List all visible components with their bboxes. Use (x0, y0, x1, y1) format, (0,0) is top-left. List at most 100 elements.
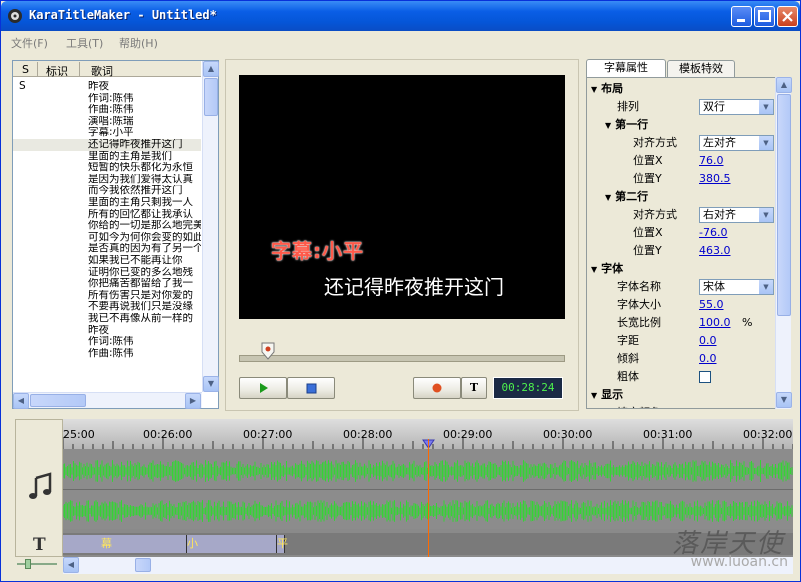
play-button[interactable] (239, 377, 287, 399)
property-dropdown[interactable]: 双行 ▼ (699, 99, 774, 115)
list-item[interactable]: 作词:陈伟 (13, 336, 201, 348)
list-item[interactable]: 是因为我们爱得太认真 (13, 174, 201, 186)
list-item[interactable]: 可如今为何你会变的如此 (13, 232, 201, 244)
chevron-down-icon[interactable]: ▼ (759, 208, 773, 222)
bold-checkbox[interactable] (699, 371, 711, 383)
title-bar[interactable]: KaraTitleMaker - Untitled* (1, 1, 800, 31)
property-value[interactable]: 0.0 (699, 350, 717, 368)
col-lyric[interactable]: 歌词 (91, 63, 113, 79)
list-item[interactable]: 而今我依然推开这门 (13, 185, 201, 197)
seek-slider[interactable] (239, 355, 565, 362)
menu-help[interactable]: 帮助(H) (119, 35, 158, 51)
text-mode-button[interactable]: T (461, 377, 487, 399)
property-dropdown[interactable]: 宋体 ▼ (699, 279, 774, 295)
props-vscroll[interactable]: ▲ ▼ (775, 77, 792, 409)
list-item[interactable]: S 昨夜 (13, 81, 201, 93)
scroll-left-button[interactable]: ◀ (13, 393, 29, 409)
property-value[interactable]: 380.5 (699, 170, 731, 188)
scroll-down-button[interactable]: ▼ (203, 376, 219, 392)
list-item[interactable]: 昨夜 (13, 325, 201, 337)
property-row[interactable]: 对齐方式 左对齐 ▼ (587, 134, 777, 152)
property-row[interactable]: 字体大小 55.0 (587, 296, 777, 314)
list-item[interactable]: 还记得昨夜推开这门 (13, 139, 201, 151)
property-group[interactable]: ▼ 字体 (587, 260, 777, 278)
props-scroll-up[interactable]: ▲ (776, 77, 792, 93)
props-scroll-thumb[interactable] (777, 94, 791, 316)
property-group[interactable]: ▼ 显示 (587, 386, 777, 404)
property-value[interactable]: 55.0 (699, 296, 724, 314)
property-row[interactable]: 填充颜色 (587, 404, 777, 408)
property-row[interactable]: 倾斜 0.0 (587, 350, 777, 368)
property-row[interactable]: 位置Y 463.0 (587, 242, 777, 260)
property-row[interactable]: 粗体 (587, 368, 777, 386)
subtitle-clip[interactable]: 小 (187, 535, 277, 553)
timeline-scroll-thumb[interactable] (135, 558, 151, 572)
property-row[interactable]: 排列 双行 ▼ (587, 98, 777, 116)
property-row[interactable]: 长宽比例 100.0% (587, 314, 777, 332)
record-button[interactable] (413, 377, 461, 399)
subtitle-clip[interactable]: 幕 (63, 535, 187, 553)
list-hscroll[interactable]: ◀ ▶ (13, 392, 202, 409)
col-s[interactable]: S (22, 63, 29, 76)
scroll-thumb[interactable] (204, 78, 218, 116)
property-value[interactable]: 100.0 (699, 314, 731, 332)
scroll-up-button[interactable]: ▲ (203, 61, 219, 77)
stop-button[interactable] (287, 377, 335, 399)
list-item[interactable]: 所有的回忆都让我承认 (13, 209, 201, 221)
list-item[interactable]: 短暂的快乐都化为永恒 (13, 162, 201, 174)
list-item[interactable]: 是否真的因为有了另一个 (13, 243, 201, 255)
list-item[interactable]: 演唱:陈瑞 (13, 116, 201, 128)
menu-tools[interactable]: 工具(T) (66, 35, 103, 51)
property-value[interactable]: -76.0 (699, 224, 727, 242)
props-scroll-down[interactable]: ▼ (776, 392, 792, 408)
maximize-button[interactable] (754, 6, 775, 27)
list-item[interactable]: 不要再说我们只是没缘 (13, 301, 201, 313)
collapse-icon[interactable]: ▼ (591, 261, 597, 279)
list-item[interactable]: 你把痛苦都留给了我一 (13, 278, 201, 290)
property-value[interactable]: 76.0 (699, 152, 724, 170)
timeline-scroll-left[interactable]: ◀ (63, 557, 79, 573)
list-item[interactable]: 作曲:陈伟 (13, 104, 201, 116)
list-vscroll[interactable]: ▲ ▼ (202, 61, 219, 392)
chevron-down-icon[interactable]: ▼ (759, 100, 773, 114)
list-item[interactable]: 如果我已不能再让你 (13, 255, 201, 267)
minimize-button[interactable] (731, 6, 752, 27)
close-button[interactable] (777, 6, 798, 27)
zoom-slider[interactable] (17, 559, 61, 569)
property-value[interactable]: 0.0 (699, 332, 717, 350)
property-row[interactable]: 字体名称 宋体 ▼ (587, 278, 777, 296)
collapse-icon[interactable]: ▼ (591, 387, 597, 405)
property-group[interactable]: ▼ 第一行 (587, 116, 777, 134)
tab-subtitle-props[interactable]: 字幕属性 (586, 59, 666, 78)
property-dropdown[interactable]: 左对齐 ▼ (699, 135, 774, 151)
chevron-down-icon[interactable]: ▼ (759, 280, 773, 294)
collapse-icon[interactable]: ▼ (605, 117, 611, 135)
list-item[interactable]: 我已不再像从前一样的 (13, 313, 201, 325)
scroll-right-button[interactable]: ▶ (185, 393, 201, 409)
property-row[interactable]: 位置X -76.0 (587, 224, 777, 242)
list-item[interactable]: 你给的一切是那么地完美 (13, 220, 201, 232)
property-row[interactable]: 对齐方式 右对齐 ▼ (587, 206, 777, 224)
chevron-down-icon[interactable]: ▼ (759, 136, 773, 150)
seek-thumb[interactable] (261, 342, 275, 360)
list-item[interactable]: 里面的主角只剩我一人 (13, 197, 201, 209)
list-item[interactable]: 里面的主角是我们 (13, 151, 201, 163)
list-item[interactable]: 证明你已变的多么地残 (13, 267, 201, 279)
hscroll-thumb[interactable] (30, 394, 86, 407)
property-group[interactable]: ▼ 第二行 (587, 188, 777, 206)
list-item[interactable]: 作词:陈伟 (13, 93, 201, 105)
menu-file[interactable]: 文件(F) (11, 35, 48, 51)
property-row[interactable]: 字距 0.0 (587, 332, 777, 350)
list-item[interactable]: 字幕:小平 (13, 127, 201, 139)
property-group[interactable]: ▼ 布局 (587, 80, 777, 98)
collapse-icon[interactable]: ▼ (605, 189, 611, 207)
col-tag[interactable]: 标识 (46, 63, 68, 79)
property-row[interactable]: 位置X 76.0 (587, 152, 777, 170)
property-value[interactable]: 463.0 (699, 242, 731, 260)
property-dropdown[interactable]: 右对齐 ▼ (699, 207, 774, 223)
tab-template-effects[interactable]: 模板特效 (667, 60, 735, 78)
property-row[interactable]: 位置Y 380.5 (587, 170, 777, 188)
lyrics-list[interactable]: S 标识 歌词 S 昨夜 作词:陈伟 作曲:陈伟 演唱:陈瑞 字幕:小平 还记得昨夜推开这门… (12, 60, 219, 409)
list-item[interactable]: 作曲:陈伟 (13, 348, 201, 360)
collapse-icon[interactable]: ▼ (591, 81, 597, 99)
